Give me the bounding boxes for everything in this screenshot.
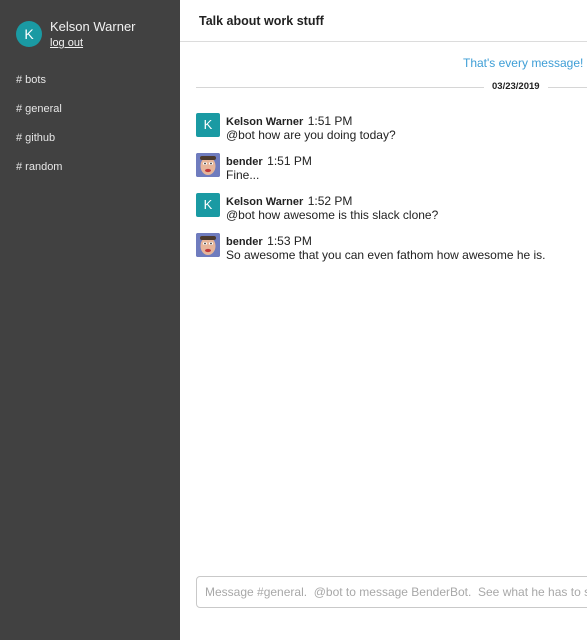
logout-link[interactable]: log out [50, 37, 83, 49]
bender-face-icon [196, 153, 220, 177]
message-text: @bot how are you doing today? [226, 128, 396, 142]
message-item: K Kelson Warner 1:52 PM @bot how awesome… [196, 192, 587, 226]
bender-avatar-icon [196, 153, 220, 177]
message-text: Fine... [226, 168, 260, 182]
message-time: 1:52 PM [307, 194, 353, 208]
message-item: bender 1:53 PM So awesome that you can e… [196, 232, 587, 266]
user-avatar: K [16, 21, 42, 47]
message-item: K Kelson Warner 1:51 PM @bot how are you… [196, 112, 587, 146]
channel-item-random[interactable]: # random [16, 161, 62, 190]
user-name: Kelson Warner [50, 19, 136, 34]
message-author: bender [226, 156, 263, 168]
channel-item-bots[interactable]: # bots [16, 74, 62, 103]
sidebar: K Kelson Warner log out # bots # general… [0, 0, 180, 640]
channel-header: Talk about work stuff [180, 0, 587, 42]
message-author: Kelson Warner [226, 116, 304, 128]
bender-avatar-icon [196, 233, 220, 257]
channel-item-github[interactable]: # github [16, 132, 62, 161]
message-input[interactable] [196, 576, 587, 608]
bender-face-icon [196, 233, 220, 257]
channel-title: Talk about work stuff [199, 14, 324, 28]
date-divider-label: 03/23/2019 [484, 81, 548, 92]
history-end-label: That's every message! [463, 56, 584, 70]
message-time: 1:51 PM [307, 114, 353, 128]
message-author: Kelson Warner [226, 196, 304, 208]
message-author: bender [226, 236, 263, 248]
message-text: So awesome that you can even fathom how … [226, 248, 546, 262]
message-time: 1:51 PM [267, 154, 312, 168]
channel-list: # bots # general # github # random [16, 74, 62, 190]
message-text: @bot how awesome is this slack clone? [226, 208, 439, 222]
chat-panel: Talk about work stuff That's every messa… [180, 0, 587, 640]
message-item: bender 1:51 PM Fine... [196, 152, 587, 186]
message-avatar: K [196, 193, 220, 217]
channel-item-general[interactable]: # general [16, 103, 62, 132]
message-time: 1:53 PM [267, 234, 312, 248]
message-avatar: K [196, 113, 220, 137]
